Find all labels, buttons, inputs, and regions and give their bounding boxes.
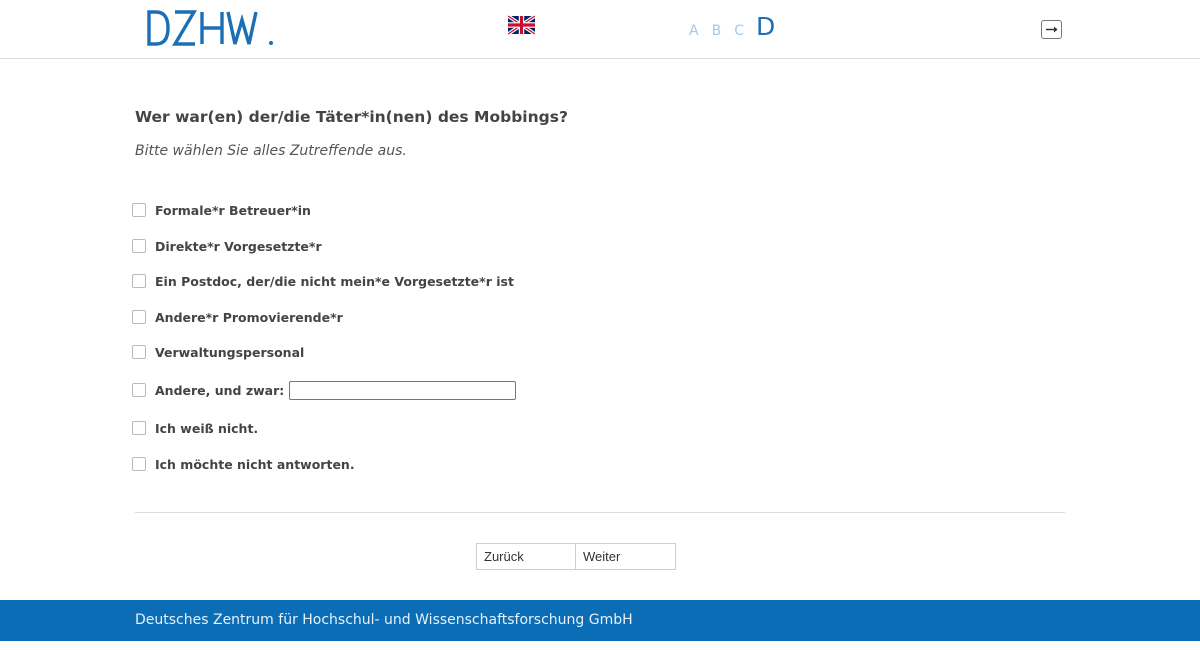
footer-text: Deutsches Zentrum für Hochschul- und Wis…: [135, 612, 633, 628]
option-other-doctoral-candidate[interactable]: Andere*r Promovierende*r: [132, 308, 343, 326]
option-postdoc[interactable]: Ein Postdoc, der/die nicht mein*e Vorges…: [132, 272, 514, 290]
exit-button[interactable]: [1041, 20, 1062, 39]
back-button[interactable]: Zurück: [476, 543, 576, 570]
checkbox[interactable]: [132, 203, 146, 217]
option-administrative-staff[interactable]: Verwaltungspersonal: [132, 343, 304, 361]
uk-flag-icon[interactable]: [508, 15, 535, 35]
checkbox[interactable]: [132, 457, 146, 471]
checkbox[interactable]: [132, 421, 146, 435]
option-label: Andere, und zwar:: [155, 382, 285, 398]
option-direct-superior[interactable]: Direkte*r Vorgesetzte*r: [132, 237, 322, 255]
option-label: Ich möchte nicht antworten.: [155, 456, 355, 472]
checkbox[interactable]: [132, 310, 146, 324]
font-size-a[interactable]: A: [689, 23, 699, 39]
option-label: Formale*r Betreuer*in: [155, 202, 311, 218]
next-button[interactable]: Weiter: [576, 543, 676, 570]
exit-icon: [1046, 26, 1058, 33]
instruction-text: Bitte wählen Sie alles Zutreffende aus.: [135, 143, 407, 159]
divider: [135, 512, 1065, 513]
footer: Deutsches Zentrum für Hochschul- und Wis…: [0, 600, 1200, 641]
dzhw-logo: [147, 10, 273, 46]
question-text: Wer war(en) der/die Täter*in(nen) des Mo…: [135, 108, 568, 126]
option-label: Ich weiß nicht.: [155, 420, 259, 436]
option-no-answer[interactable]: Ich möchte nicht antworten.: [132, 455, 355, 473]
checkbox[interactable]: [132, 274, 146, 288]
checkbox[interactable]: [132, 383, 146, 397]
checkbox[interactable]: [132, 345, 146, 359]
font-size-b[interactable]: B: [712, 23, 722, 39]
option-label: Ein Postdoc, der/die nicht mein*e Vorges…: [155, 273, 514, 289]
navigation-buttons: Zurück Weiter: [476, 543, 676, 570]
checkbox[interactable]: [132, 239, 146, 253]
option-label: Direkte*r Vorgesetzte*r: [155, 238, 322, 254]
option-label: Andere*r Promovierende*r: [155, 309, 343, 325]
option-formal-supervisor[interactable]: Formale*r Betreuer*in: [132, 201, 311, 219]
option-label: Verwaltungspersonal: [155, 344, 305, 360]
font-size-d[interactable]: D: [756, 12, 775, 41]
option-other[interactable]: Andere, und zwar:: [132, 380, 517, 400]
font-size-selector: A B C D: [689, 12, 775, 42]
other-text-input[interactable]: [289, 380, 517, 400]
option-dont-know[interactable]: Ich weiß nicht.: [132, 419, 258, 437]
font-size-c[interactable]: C: [734, 23, 744, 39]
header: A B C D: [0, 0, 1200, 59]
